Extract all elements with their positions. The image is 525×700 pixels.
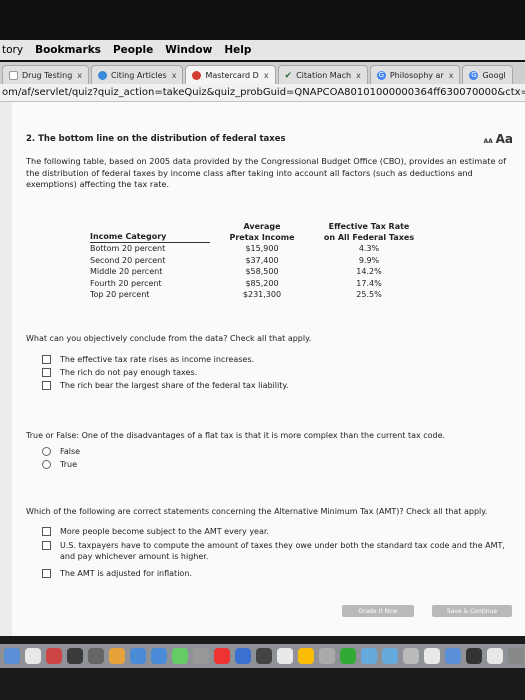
mastercard-icon [192,70,202,80]
close-icon[interactable]: x [356,71,361,80]
table-row: Fourth 20 percent $85,200 17.4% [90,278,382,288]
checkbox[interactable] [42,527,51,536]
dock-app-icon[interactable] [235,648,251,664]
tab-citation-machine[interactable]: ✔ Citation Mach x [277,65,368,84]
dock-app-icon[interactable] [340,648,356,664]
tax-table: Income Category Average Pretax Income Eff… [90,220,424,301]
dock-app-icon[interactable] [403,648,419,664]
dock-app-icon[interactable] [445,648,461,664]
dock-app-icon[interactable] [46,648,62,664]
google-icon: G [469,70,479,80]
checkbox[interactable] [42,368,51,377]
tab-label: Mastercard D [205,70,259,80]
q1-option[interactable]: The rich bear the largest share of the f… [42,380,510,391]
dock-app-icon[interactable] [466,648,482,664]
tab-strip: Drug Testing x Citing Articles x Masterc… [0,62,525,84]
close-icon[interactable]: x [264,71,269,80]
dock [0,636,525,700]
menu-people[interactable]: People [113,44,153,56]
menu-bar: tory Bookmarks People Window Help [0,40,525,60]
url-text: om/af/servlet/quiz?quiz_action=takeQuiz&… [2,87,525,98]
tab-label: Drug Testing [22,70,73,80]
dock-app-icon[interactable] [109,648,125,664]
col-header-pretax-income: Average Pretax Income [229,221,295,242]
checkbox[interactable] [42,541,51,550]
q1-option[interactable]: The effective tax rate rises as income i… [42,354,510,365]
page-icon [9,70,18,80]
menu-history[interactable]: tory [2,44,23,56]
table-row: Top 20 percent $231,300 25.5% [90,290,382,299]
table-row: Second 20 percent $37,400 9.9% [90,255,380,265]
dock-app-icon[interactable] [361,648,377,664]
tab-google[interactable]: G Googl [462,65,513,84]
question-title: 2. The bottom line on the distribution o… [26,134,286,144]
text-size-small[interactable]: AA [483,138,492,145]
q2-option-false[interactable]: False [42,446,510,457]
dock-app-icon[interactable] [151,648,167,664]
menu-window[interactable]: Window [165,44,212,56]
dock-bar [0,644,525,668]
save-continue-button[interactable]: Save & Continue [432,605,512,617]
address-bar[interactable]: om/af/servlet/quiz?quiz_action=takeQuiz&… [0,84,525,102]
tab-label: Citing Articles [111,70,167,80]
col-header-income-category: Income Category [90,220,210,243]
dock-app-icon[interactable] [319,648,335,664]
tab-citing-articles[interactable]: Citing Articles x [91,65,184,84]
radio-button[interactable] [42,460,51,469]
quiz-content: 2. The bottom line on the distribution o… [12,102,525,636]
tab-label: Citation Mach [296,70,352,80]
q3-option[interactable]: More people become subject to the AMT ev… [42,526,510,537]
q3-option[interactable]: The AMT is adjusted for inflation. [42,568,510,579]
close-icon[interactable]: x [449,71,454,80]
page-viewport: 2. The bottom line on the distribution o… [0,102,525,636]
dock-app-icon[interactable] [424,648,440,664]
checkbox[interactable] [42,569,51,578]
close-icon[interactable]: x [172,71,177,80]
q2-option-true[interactable]: True [42,459,510,470]
checkbox[interactable] [42,381,51,390]
tab-mastercard[interactable]: Mastercard D x [185,65,276,84]
check-icon: ✔ [284,70,293,81]
dock-app-icon[interactable] [88,648,104,664]
dock-app-icon[interactable] [25,648,41,664]
dock-app-icon[interactable] [508,648,524,664]
q1-option[interactable]: The rich do not pay enough taxes. [42,367,510,378]
dock-app-icon[interactable] [67,648,83,664]
tab-drug-testing[interactable]: Drug Testing x [2,65,89,84]
dock-app-icon[interactable] [256,648,272,664]
q1-prompt: What can you objectively conclude from t… [26,334,312,343]
dock-app-icon[interactable] [4,648,20,664]
dock-app-icon[interactable] [298,648,314,664]
table-row: Middle 20 percent $58,500 14.2% [90,267,382,276]
text-size-large[interactable]: Aa [496,132,513,146]
dock-app-icon[interactable] [382,648,398,664]
close-icon[interactable]: x [77,71,82,80]
tab-philosophy[interactable]: G Philosophy ar x [369,65,461,84]
tab-label: Googl [482,70,506,80]
tab-label: Philosophy ar [389,70,444,80]
grade-it-now-button[interactable]: Grade It Now [342,605,414,617]
dock-app-icon[interactable] [130,648,146,664]
col-header-effective-rate: Effective Tax Rate on All Federal Taxes [323,221,415,242]
dock-app-icon[interactable] [214,648,230,664]
dock-app-icon[interactable] [277,648,293,664]
dock-app-icon[interactable] [172,648,188,664]
table-row: Bottom 20 percent $15,900 4.3% [90,243,380,253]
q3-prompt: Which of the following are correct state… [26,507,488,516]
checkbox[interactable] [42,355,51,364]
q3-option[interactable]: U.S. taxpayers have to compute the amoun… [42,540,510,562]
text-size-control[interactable]: AA Aa [483,132,513,146]
q2-prompt: True or False: One of the disadvantages … [26,431,446,440]
menu-bookmarks[interactable]: Bookmarks [35,44,101,56]
radio-button[interactable] [42,447,51,456]
google-icon: G [376,70,386,80]
cloud-icon [98,70,107,80]
dock-app-icon[interactable] [487,648,503,664]
question-intro: The following table, based on 2005 data … [26,156,506,189]
menu-help[interactable]: Help [224,44,251,56]
dock-app-icon[interactable] [193,648,209,664]
